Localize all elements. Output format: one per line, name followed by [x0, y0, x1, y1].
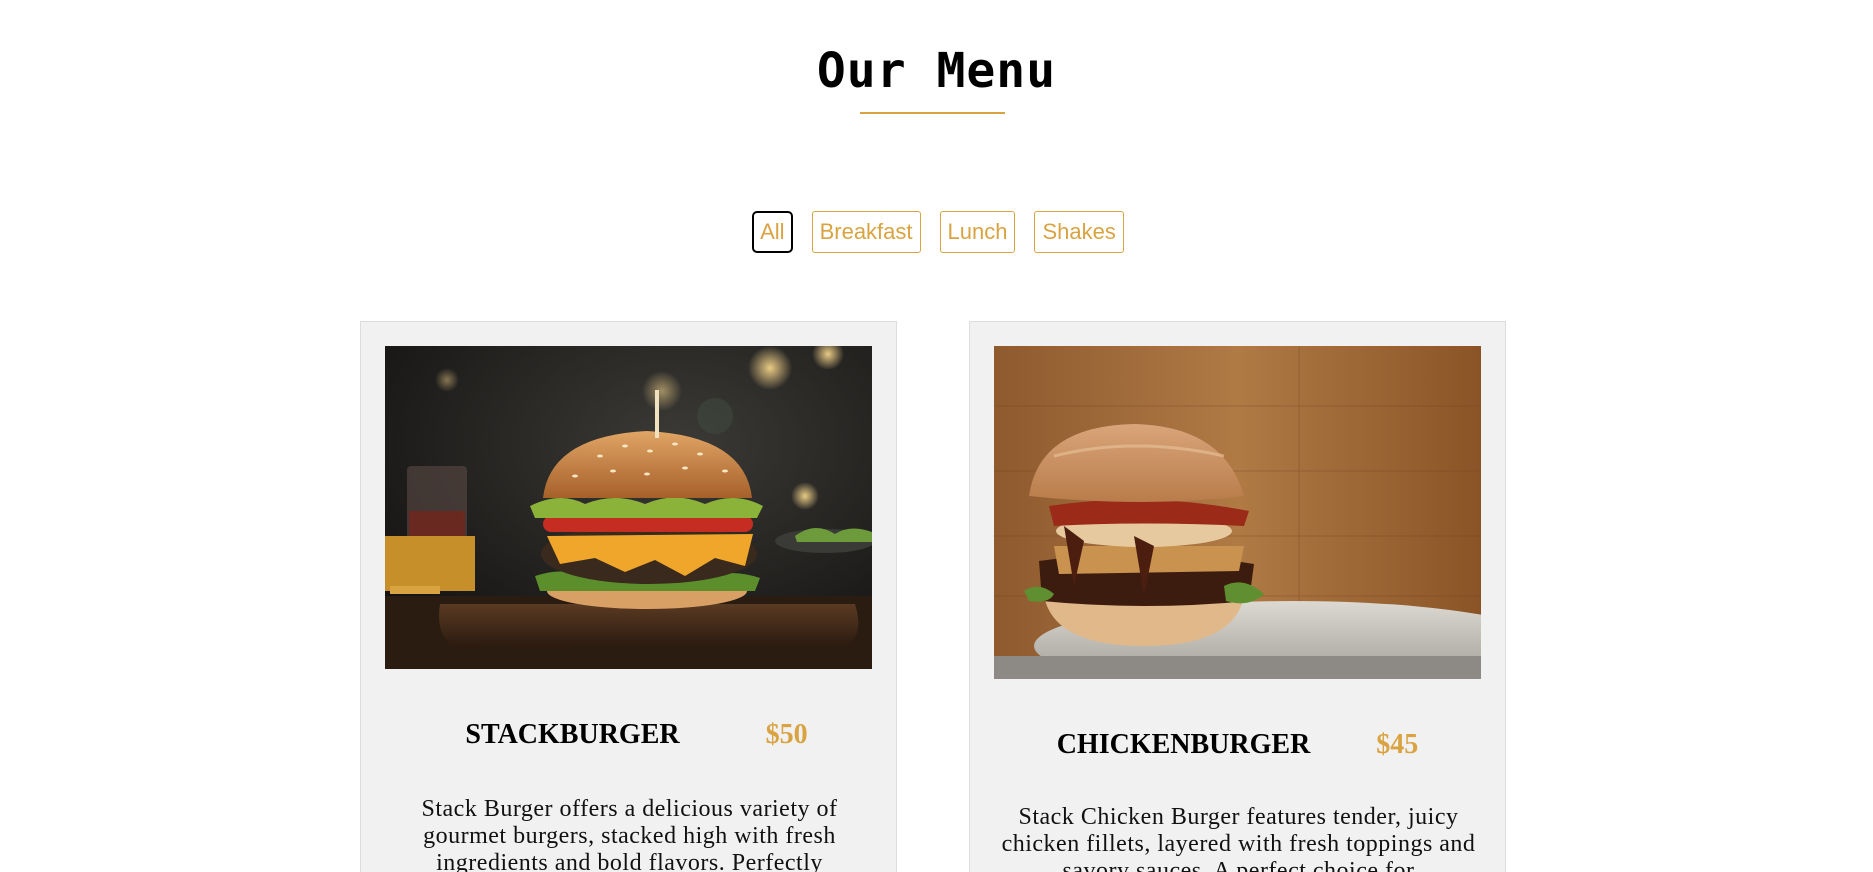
filter-shakes-button[interactable]: Shakes [1034, 211, 1124, 253]
menu-item-card: CHICKENBURGER $45 Stack Chicken Burger f… [969, 321, 1506, 872]
item-title-row: STACKBURGER $50 [361, 719, 896, 751]
item-title-row: CHICKENBURGER $45 [970, 729, 1505, 761]
menu-page: Our Menu All Breakfast Lunch Shakes STAC… [0, 0, 1873, 872]
category-filters: All Breakfast Lunch Shakes [0, 211, 1873, 253]
item-price: $45 [1376, 729, 1419, 760]
item-price: $50 [765, 719, 808, 750]
filter-all-button[interactable]: All [752, 211, 793, 253]
filter-breakfast-button[interactable]: Breakfast [811, 211, 921, 253]
filter-lunch-button[interactable]: Lunch [939, 211, 1016, 253]
menu-item-card: STACKBURGER $50 Stack Burger offers a de… [360, 321, 897, 872]
item-description: Stack Burger offers a delicious variety … [421, 796, 838, 872]
title-underline [860, 112, 1005, 114]
item-description: Stack Chicken Burger features tender, ju… [1001, 804, 1476, 872]
item-name: CHICKENBURGER [1056, 729, 1311, 760]
item-name: STACKBURGER [465, 719, 680, 750]
chickenburger-photo [994, 346, 1481, 679]
stackburger-photo [385, 346, 872, 669]
page-title: Our Menu [816, 43, 1057, 99]
